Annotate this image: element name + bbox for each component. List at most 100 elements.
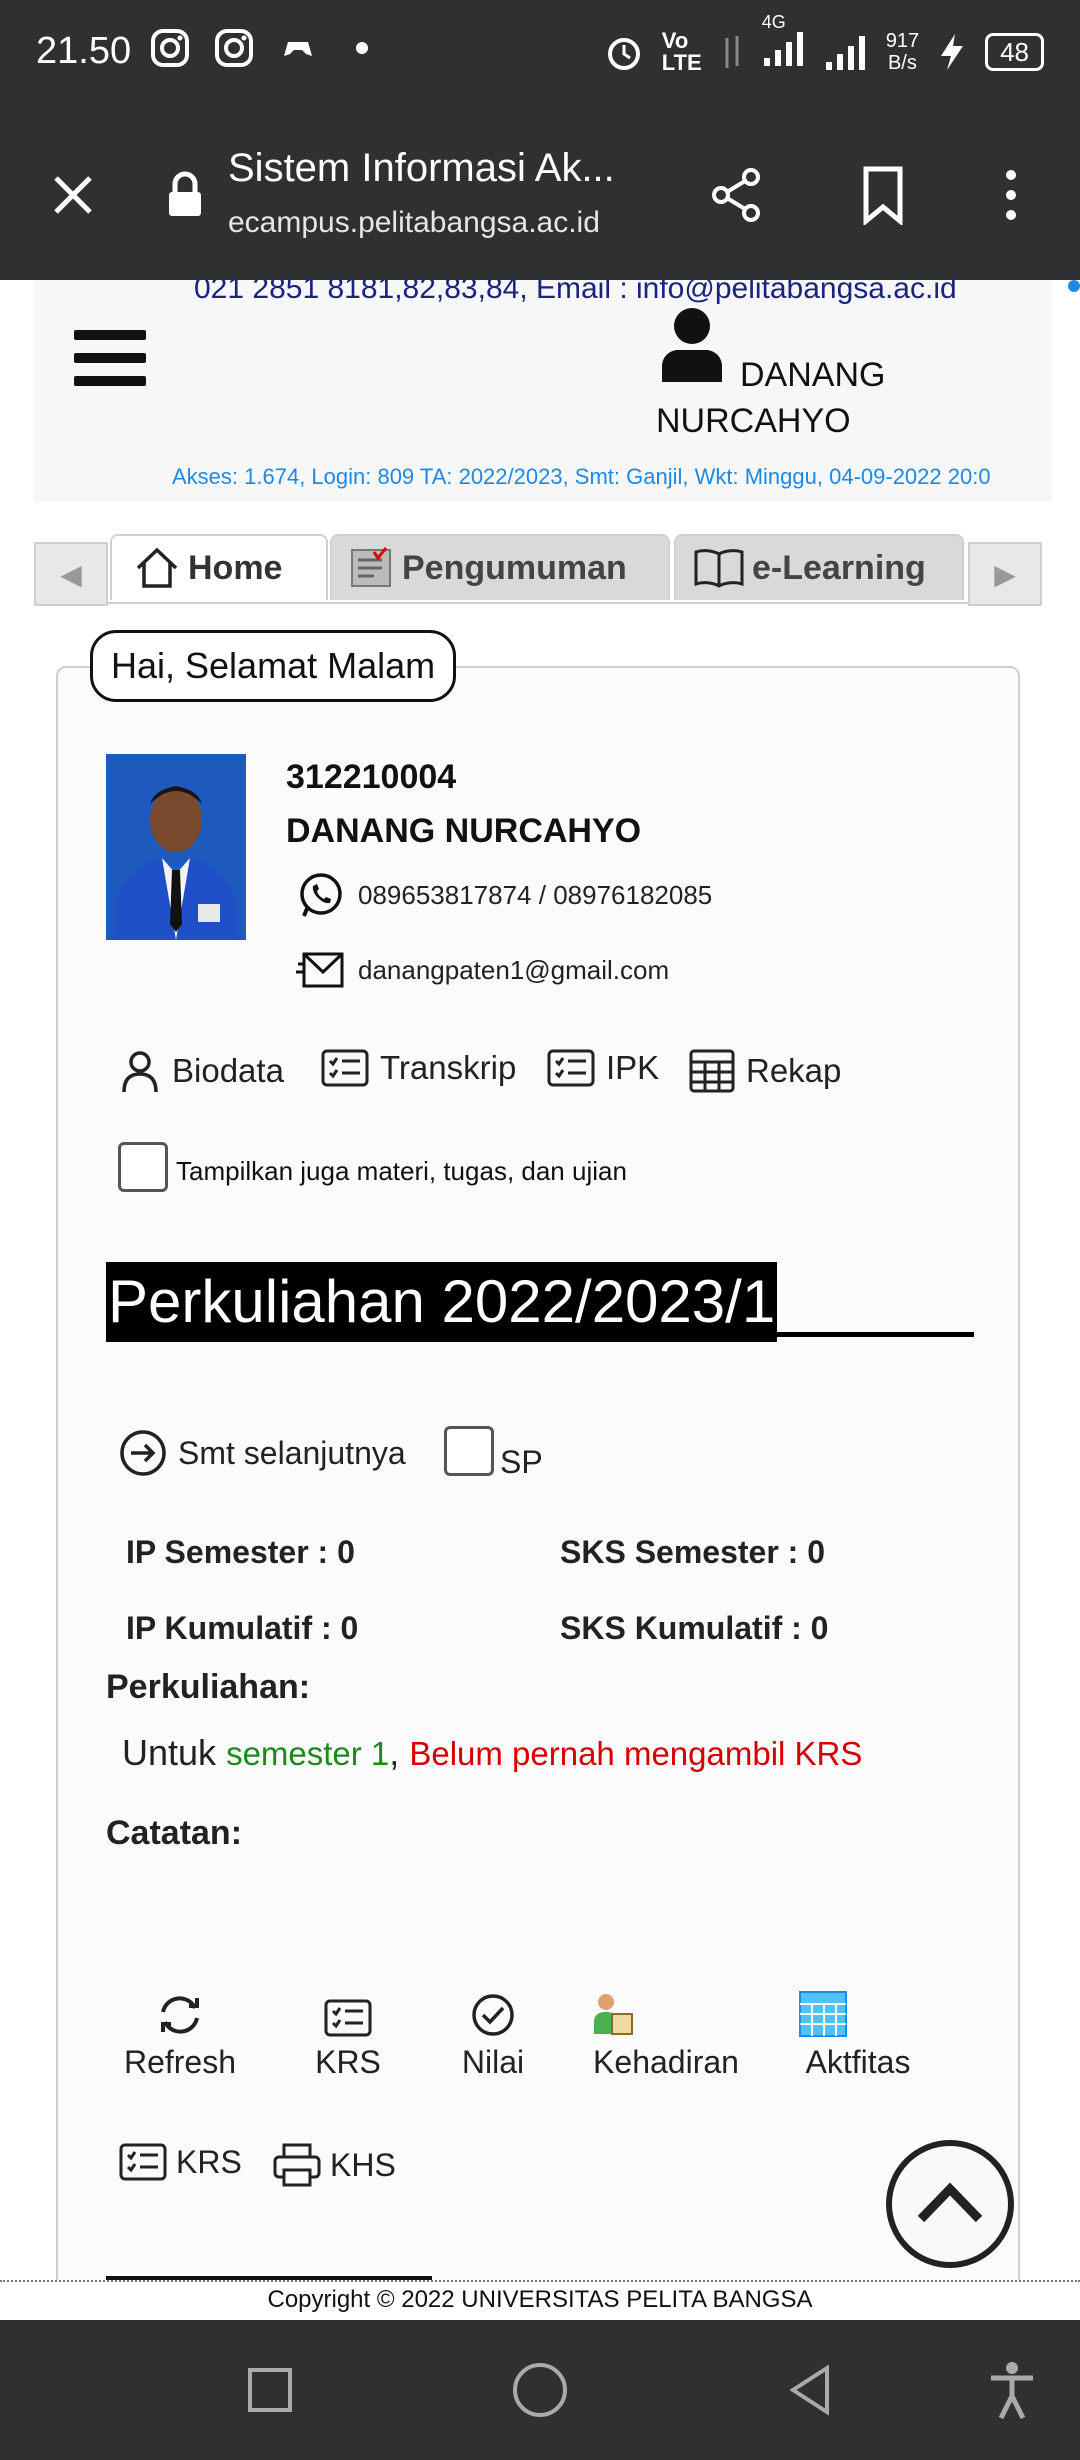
phone-contact[interactable]: 089653817874 / 08976182085 (296, 870, 712, 920)
perkuliahan-label: Perkuliahan: (106, 1668, 311, 1706)
contact-info: 021 2851 8181,82,83,84, Email : info@pel… (194, 280, 957, 305)
close-icon[interactable] (38, 160, 108, 230)
rekap-link[interactable]: Rekap (688, 1048, 841, 1094)
ip-semester: IP Semester : 0 (126, 1534, 355, 1570)
list-icon (119, 2143, 167, 2181)
show-materials-checkbox[interactable] (118, 1142, 168, 1192)
tab-e-learning[interactable]: e-Learning (674, 534, 964, 600)
user-last-name: NURCAHYO (656, 402, 851, 440)
student-photo (106, 754, 246, 940)
alarm-icon (607, 38, 640, 70)
krs-status-line: Untuk semester 1, Belum pernah mengambil… (122, 1732, 862, 1774)
signal-icon (825, 36, 865, 70)
show-materials-label: Tampilkan juga materi, tugas, dan ujian (176, 1156, 627, 1186)
email-text: danangpaten1@gmail.com (358, 954, 670, 985)
rekap-label: Rekap (746, 1052, 842, 1089)
chevron-up-icon (917, 2182, 983, 2223)
bookmark-icon[interactable] (848, 160, 918, 230)
untuk-text: Untuk (122, 1732, 217, 1773)
aktifitas-label: Aktfitas (805, 2044, 911, 2080)
battery-icon: 48 (985, 33, 1044, 71)
list-icon (321, 1049, 369, 1087)
khs-print-button[interactable]: KHS (272, 2142, 396, 2188)
share-icon[interactable] (702, 160, 772, 230)
semester-text: semester 1 (226, 1735, 390, 1772)
volte-icon: Vo LTE (661, 28, 702, 75)
copyright: Copyright © 2022 UNIVERSITAS PELITA BANG… (0, 2280, 1080, 2318)
aktifitas-button[interactable]: Aktfitas (788, 1988, 928, 2081)
instagram-icon (215, 29, 253, 67)
user-icon (662, 308, 722, 382)
phone-text: 089653817874 / 08976182085 (358, 879, 713, 910)
khs-print-label: KHS (330, 2146, 396, 2183)
more-options-icon[interactable] (976, 160, 1046, 230)
refresh-icon (161, 1996, 199, 2034)
calendar-icon (799, 1991, 847, 2037)
page-title[interactable]: Sistem Informasi Ak... (228, 146, 615, 191)
home-icon (136, 547, 178, 588)
sks-semester: SKS Semester : 0 (560, 1534, 826, 1570)
tab-scroll-right-icon[interactable]: ▶ (968, 542, 1042, 606)
biodata-link[interactable]: Biodata (118, 1048, 284, 1094)
krs-print-button[interactable]: KRS (118, 2142, 242, 2182)
tab-pengumuman[interactable]: Pengumuman (330, 534, 670, 600)
game-controller-icon (284, 42, 312, 56)
status-time: 21.50 (36, 30, 132, 72)
greeting: Hai, Selamat Malam (90, 630, 457, 702)
status-bar: 21.50 Vo LTE 4G 917 B/s 48 (0, 0, 1080, 110)
krs-button[interactable]: KRS (288, 1988, 408, 2081)
instagram-icon (151, 29, 189, 67)
network-speed: 917 B/s (885, 30, 920, 74)
table-icon (689, 1049, 735, 1093)
recent-apps-icon[interactable] (238, 2358, 302, 2422)
sks-kumulatif: SKS Kumulatif : 0 (560, 1610, 829, 1646)
tab-home[interactable]: Home (110, 534, 328, 600)
nilai-button[interactable]: Nilai (438, 1988, 548, 2081)
hamburger-menu-icon[interactable] (74, 330, 146, 399)
user-first-name: DANANG (740, 356, 886, 394)
signal-icon (763, 32, 803, 66)
ipk-link[interactable]: IPK (546, 1048, 659, 1088)
ipk-label: IPK (606, 1049, 660, 1086)
krs-status-text: Belum pernah mengambil KRS (409, 1735, 863, 1772)
tab-scroll-left-icon[interactable]: ◀ (34, 542, 108, 606)
tab-bar: ◀ Home Pengumuman e-Learning ▶ (34, 534, 1042, 606)
kehadiran-label: Kehadiran (593, 2044, 739, 2080)
back-icon[interactable] (778, 2358, 842, 2422)
refresh-button[interactable]: Refresh (110, 1988, 250, 2081)
tab-label: Home (188, 548, 283, 587)
krs-print-label: KRS (176, 2143, 242, 2180)
scroll-to-top-button[interactable] (886, 2140, 1014, 2268)
dot-icon (356, 42, 368, 54)
student-name: DANANG NURCAHYO (286, 812, 642, 850)
book-icon (694, 549, 744, 588)
list-icon (324, 1999, 372, 2037)
krs-label: KRS (315, 2044, 381, 2080)
network-type: 4G (761, 12, 786, 32)
kehadiran-button[interactable]: Kehadiran (576, 1988, 756, 2081)
comma-text: , (389, 1732, 400, 1773)
profile-card: Hai, Selamat Malam 312210004 DANANG NURC… (56, 630, 1020, 2280)
catatan-label: Catatan: (106, 1814, 243, 1852)
nilai-label: Nilai (461, 2044, 525, 2080)
system-nav-bar (0, 2320, 1080, 2460)
list-icon (547, 1049, 595, 1087)
next-semester-link[interactable]: Smt selanjutnya (118, 1428, 406, 1478)
whatsapp-icon (300, 873, 342, 917)
attendance-icon (594, 1994, 633, 2035)
transkrip-label: Transkrip (380, 1049, 517, 1086)
page-url[interactable]: ecampus.pelitabangsa.ac.id (228, 206, 600, 240)
sp-checkbox[interactable] (444, 1426, 494, 1476)
ip-kumulatif: IP Kumulatif : 0 (126, 1610, 359, 1646)
lecture-title: Perkuliahan 2022/2023/1 (106, 1262, 778, 1342)
refresh-label: Refresh (123, 2044, 237, 2080)
transkrip-link[interactable]: Transkrip (320, 1048, 516, 1088)
scroll-indicator (1068, 280, 1080, 292)
arrow-circle-right-icon (120, 1430, 166, 1476)
site-header: 021 2851 8181,82,83,84, Email : info@pel… (34, 280, 1052, 502)
accessibility-icon[interactable] (980, 2358, 1044, 2422)
home-button-icon[interactable] (508, 2358, 572, 2422)
biodata-label: Biodata (172, 1052, 284, 1089)
web-page: 021 2851 8181,82,83,84, Email : info@pel… (0, 280, 1080, 2280)
email-contact[interactable]: danangpaten1@gmail.com (296, 948, 669, 992)
